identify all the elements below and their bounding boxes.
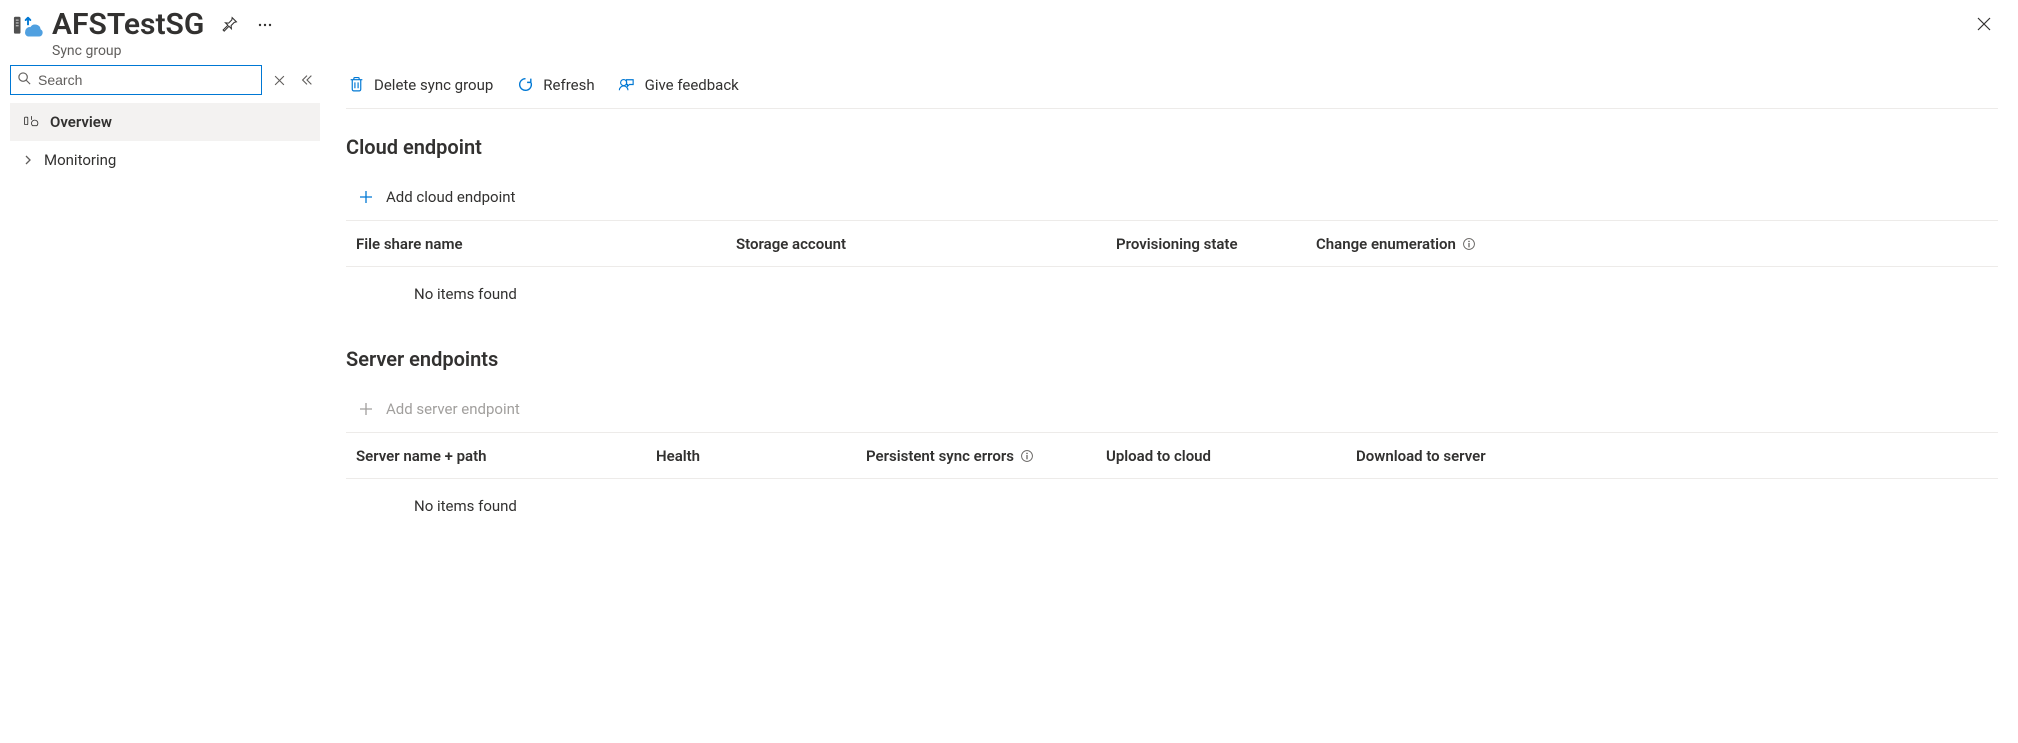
add-button-label: Add cloud endpoint [386, 188, 515, 206]
column-header[interactable]: Server name + path [356, 447, 656, 465]
plus-icon [356, 399, 376, 419]
nav-item-overview[interactable]: Overview [10, 103, 320, 141]
server-endpoints-heading: Server endpoints [346, 347, 1998, 371]
column-header[interactable]: Download to server [1356, 447, 1556, 465]
nav-item-label: Monitoring [44, 151, 116, 169]
refresh-icon [515, 75, 535, 95]
info-icon[interactable] [1020, 448, 1035, 463]
nav-item-monitoring[interactable]: Monitoring [10, 141, 320, 179]
toolbar-button-label: Give feedback [645, 76, 739, 94]
refresh-button[interactable]: Refresh [515, 75, 594, 95]
plus-icon [356, 187, 376, 207]
column-header[interactable]: Storage account [736, 235, 1116, 253]
close-button[interactable] [1970, 10, 1998, 38]
cloud-endpoint-table-header: File share name Storage account Provisio… [346, 221, 1998, 267]
page-subtitle: Sync group [52, 43, 276, 59]
add-button-label: Add server endpoint [386, 400, 520, 418]
overview-icon [22, 113, 40, 131]
info-icon[interactable] [1462, 236, 1477, 251]
collapse-sidebar-button[interactable] [296, 69, 318, 91]
pin-button[interactable] [218, 14, 240, 36]
toolbar-button-label: Refresh [543, 76, 594, 94]
trash-icon [346, 75, 366, 95]
add-server-endpoint-button: Add server endpoint [356, 399, 520, 419]
toolbar-button-label: Delete sync group [374, 76, 493, 94]
server-endpoint-table-header: Server name + path Health Persistent syn… [346, 433, 1998, 479]
search-input[interactable] [10, 65, 262, 95]
server-endpoint-empty: No items found [346, 479, 1998, 533]
resource-icon [10, 10, 46, 46]
more-button[interactable] [254, 14, 276, 36]
column-header[interactable]: Persistent sync errors [866, 447, 1106, 465]
chevron-right-icon [22, 155, 34, 165]
give-feedback-button[interactable]: Give feedback [617, 75, 739, 95]
search-icon [17, 71, 32, 90]
page-title: AFSTestSG [52, 8, 204, 41]
cloud-endpoint-empty: No items found [346, 267, 1998, 321]
search-field[interactable] [38, 72, 255, 88]
column-header[interactable]: Provisioning state [1116, 235, 1316, 253]
search-clear-button[interactable] [270, 71, 288, 89]
nav-item-label: Overview [50, 113, 112, 131]
feedback-icon [617, 75, 637, 95]
toolbar: Delete sync group Refresh Give feedback [346, 65, 1998, 109]
delete-sync-group-button[interactable]: Delete sync group [346, 75, 493, 95]
column-header[interactable]: Change enumeration [1316, 235, 1516, 253]
column-header[interactable]: Health [656, 447, 866, 465]
add-cloud-endpoint-button[interactable]: Add cloud endpoint [356, 187, 515, 207]
column-header[interactable]: File share name [356, 235, 736, 253]
cloud-endpoint-heading: Cloud endpoint [346, 135, 1998, 159]
column-header[interactable]: Upload to cloud [1106, 447, 1356, 465]
